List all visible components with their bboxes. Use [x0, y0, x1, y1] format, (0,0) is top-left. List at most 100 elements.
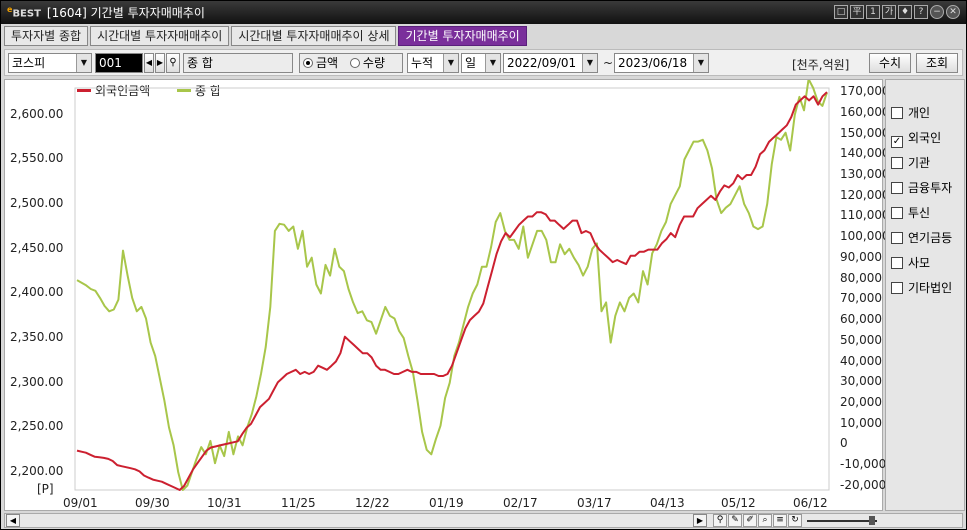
cumulative-value: 누적 [411, 56, 434, 70]
plot-frame [74, 87, 830, 491]
investor-checkbox-row[interactable]: 금융투자 [891, 179, 952, 196]
radio-amount[interactable] [303, 58, 313, 68]
x-axis-tick: 09/30 [135, 496, 170, 510]
checkbox-icon[interactable] [891, 257, 903, 269]
magnify-icon[interactable]: ⌕ [758, 514, 772, 527]
checkbox-icon[interactable] [891, 182, 903, 194]
investor-checkbox-row[interactable]: 개인 [891, 104, 930, 121]
right-axis-tick: 10,000 [840, 415, 882, 430]
index-name-display: 종 합 [183, 53, 293, 73]
left-axis-tick: 2,450.00 [10, 240, 64, 255]
right-axis-tick: 80,000 [840, 270, 882, 285]
list-icon[interactable]: ≡ [773, 514, 787, 527]
investor-checklist: 개인 ✓ 외국인기관금융투자투신연기금등사모기타법인 [885, 79, 965, 511]
next-arrow-icon[interactable]: ▶ [155, 53, 165, 73]
radio-qty-label: 수량 [362, 56, 386, 70]
chevron-down-icon[interactable]: ▼ [693, 54, 708, 72]
chevron-down-icon[interactable]: ▼ [76, 54, 91, 72]
right-axis-tick: -10,000 [840, 457, 887, 472]
x-axis-tick: 01/19 [429, 496, 464, 510]
right-axis-tick: 140,000 [840, 146, 890, 161]
help-icon[interactable]: ? [914, 5, 928, 19]
checkbox-icon[interactable] [891, 207, 903, 219]
right-axis-tick: 150,000 [840, 125, 890, 140]
investor-checkbox-label: 금융투자 [908, 181, 953, 195]
right-axis-tick: 30,000 [840, 374, 882, 389]
close-icon[interactable]: ✕ [946, 5, 960, 19]
search-icon[interactable]: ⚲ [166, 53, 180, 73]
left-axis-tick: 2,400.00 [10, 285, 64, 300]
investor-checkbox-row[interactable]: 연기금등 [891, 229, 952, 246]
x-axis-tick: 02/17 [503, 496, 538, 510]
start-date-input[interactable]: 2022/09/01 ▼ [503, 53, 598, 73]
pencil-icon[interactable]: ✎ [728, 514, 742, 527]
code-value: 001 [99, 56, 122, 70]
draw-icon[interactable]: ✐ [743, 514, 757, 527]
value-button[interactable]: 수치 [869, 53, 911, 73]
right-axis-tick: 130,000 [840, 167, 890, 182]
date-separator: ~ [603, 56, 614, 70]
chart-area[interactable]: 외국인금액 종 합 2,600.00 2,550.00 2,500.00 2,450.… [4, 79, 890, 511]
zoom-slider-handle[interactable] [869, 516, 875, 525]
tab-period-trend[interactable]: 기간별 투자자매매추이 [398, 26, 527, 46]
x-axis-tick: 09/01 [63, 496, 98, 510]
x-axis-tick: 06/12 [793, 496, 828, 510]
end-date-input[interactable]: 2023/06/18 ▼ [614, 53, 709, 73]
chevron-down-icon[interactable]: ▼ [582, 54, 597, 72]
query-button[interactable]: 조회 [916, 53, 958, 73]
investor-checkbox-row[interactable]: 기관 [891, 154, 930, 171]
right-axis-tick: 160,000 [840, 104, 890, 119]
right-axis-tick: 40,000 [840, 353, 882, 368]
checkbox-icon[interactable] [891, 157, 903, 169]
chevron-down-icon[interactable]: ▼ [485, 54, 500, 72]
zoom-slider[interactable] [807, 520, 877, 522]
x-axis-tick: 03/17 [577, 496, 612, 510]
code-input[interactable]: 001 [95, 53, 143, 73]
chart-svg [74, 80, 830, 491]
investor-checkbox-row[interactable]: 투신 [891, 204, 930, 221]
minimize-icon[interactable]: − [930, 5, 944, 19]
checkbox-icon[interactable] [891, 282, 903, 294]
left-axis-tick: 2,300.00 [10, 374, 64, 389]
investor-checkbox-row[interactable]: 기타법인 [891, 279, 952, 296]
period-select[interactable]: 일 ▼ [461, 53, 501, 73]
left-axis-tick: 2,350.00 [10, 330, 64, 345]
refresh-icon[interactable]: ↻ [788, 514, 802, 527]
zoom-icon[interactable]: ⚲ [713, 514, 727, 527]
x-axis-tick: 10/31 [207, 496, 242, 510]
checkbox-icon[interactable] [891, 107, 903, 119]
tab-investor-summary[interactable]: 투자자별 종합 [4, 26, 89, 46]
right-axis-tick: -20,000 [840, 477, 887, 492]
unit-label: [천주,억원] [792, 58, 850, 72]
market-select[interactable]: 코스피 ▼ [8, 53, 92, 73]
checkbox-checked-icon[interactable]: ✓ [891, 136, 903, 148]
left-axis-unit: [P] [37, 482, 54, 496]
radio-amount-label: 금액 [316, 56, 339, 70]
right-axis-tick: 20,000 [840, 394, 882, 409]
x-axis-tick: 11/25 [281, 496, 316, 510]
checkbox-icon[interactable] [891, 232, 903, 244]
investor-checkbox-label: 기관 [908, 156, 931, 170]
app-window: eBEST [1604] 기간별 투자자매매추이 □ 平 1 가 ♦ ? − ✕… [0, 0, 967, 530]
font-icon[interactable]: 가 [882, 5, 896, 19]
prev-arrow-icon[interactable]: ◀ [144, 53, 154, 73]
tab-time-trend-detail[interactable]: 시간대별 투자자매매추이 상세 [231, 26, 397, 46]
radio-qty[interactable] [349, 58, 360, 68]
left-axis-tick: 2,200.00 [10, 464, 64, 479]
horizontal-scrollbar[interactable]: ◀ ▶ ⚲ ✎ ✐ ⌕ ≡ ↻ [4, 513, 963, 528]
link-icon[interactable]: ♦ [898, 5, 912, 19]
investor-checkbox-row[interactable]: ✓ 외국인 [891, 129, 941, 148]
left-axis-tick: 2,600.00 [10, 106, 64, 121]
pin-icon[interactable]: 平 [850, 5, 864, 19]
scroll-left-icon[interactable]: ◀ [6, 514, 20, 527]
scroll-right-icon[interactable]: ▶ [693, 514, 707, 527]
tab-time-trend[interactable]: 시간대별 투자자매매추이 [90, 26, 230, 46]
maximize-icon[interactable]: □ [834, 5, 848, 19]
number-icon[interactable]: 1 [866, 5, 880, 19]
chevron-down-icon[interactable]: ▼ [443, 54, 458, 72]
series-line-foreign [76, 91, 828, 491]
right-axis-tick: 110,000 [840, 208, 890, 223]
investor-checkbox-row[interactable]: 사모 [891, 254, 930, 271]
title-bar: eBEST [1604] 기간별 투자자매매추이 □ 平 1 가 ♦ ? − ✕ [1, 1, 966, 24]
cumulative-select[interactable]: 누적 ▼ [407, 53, 459, 73]
